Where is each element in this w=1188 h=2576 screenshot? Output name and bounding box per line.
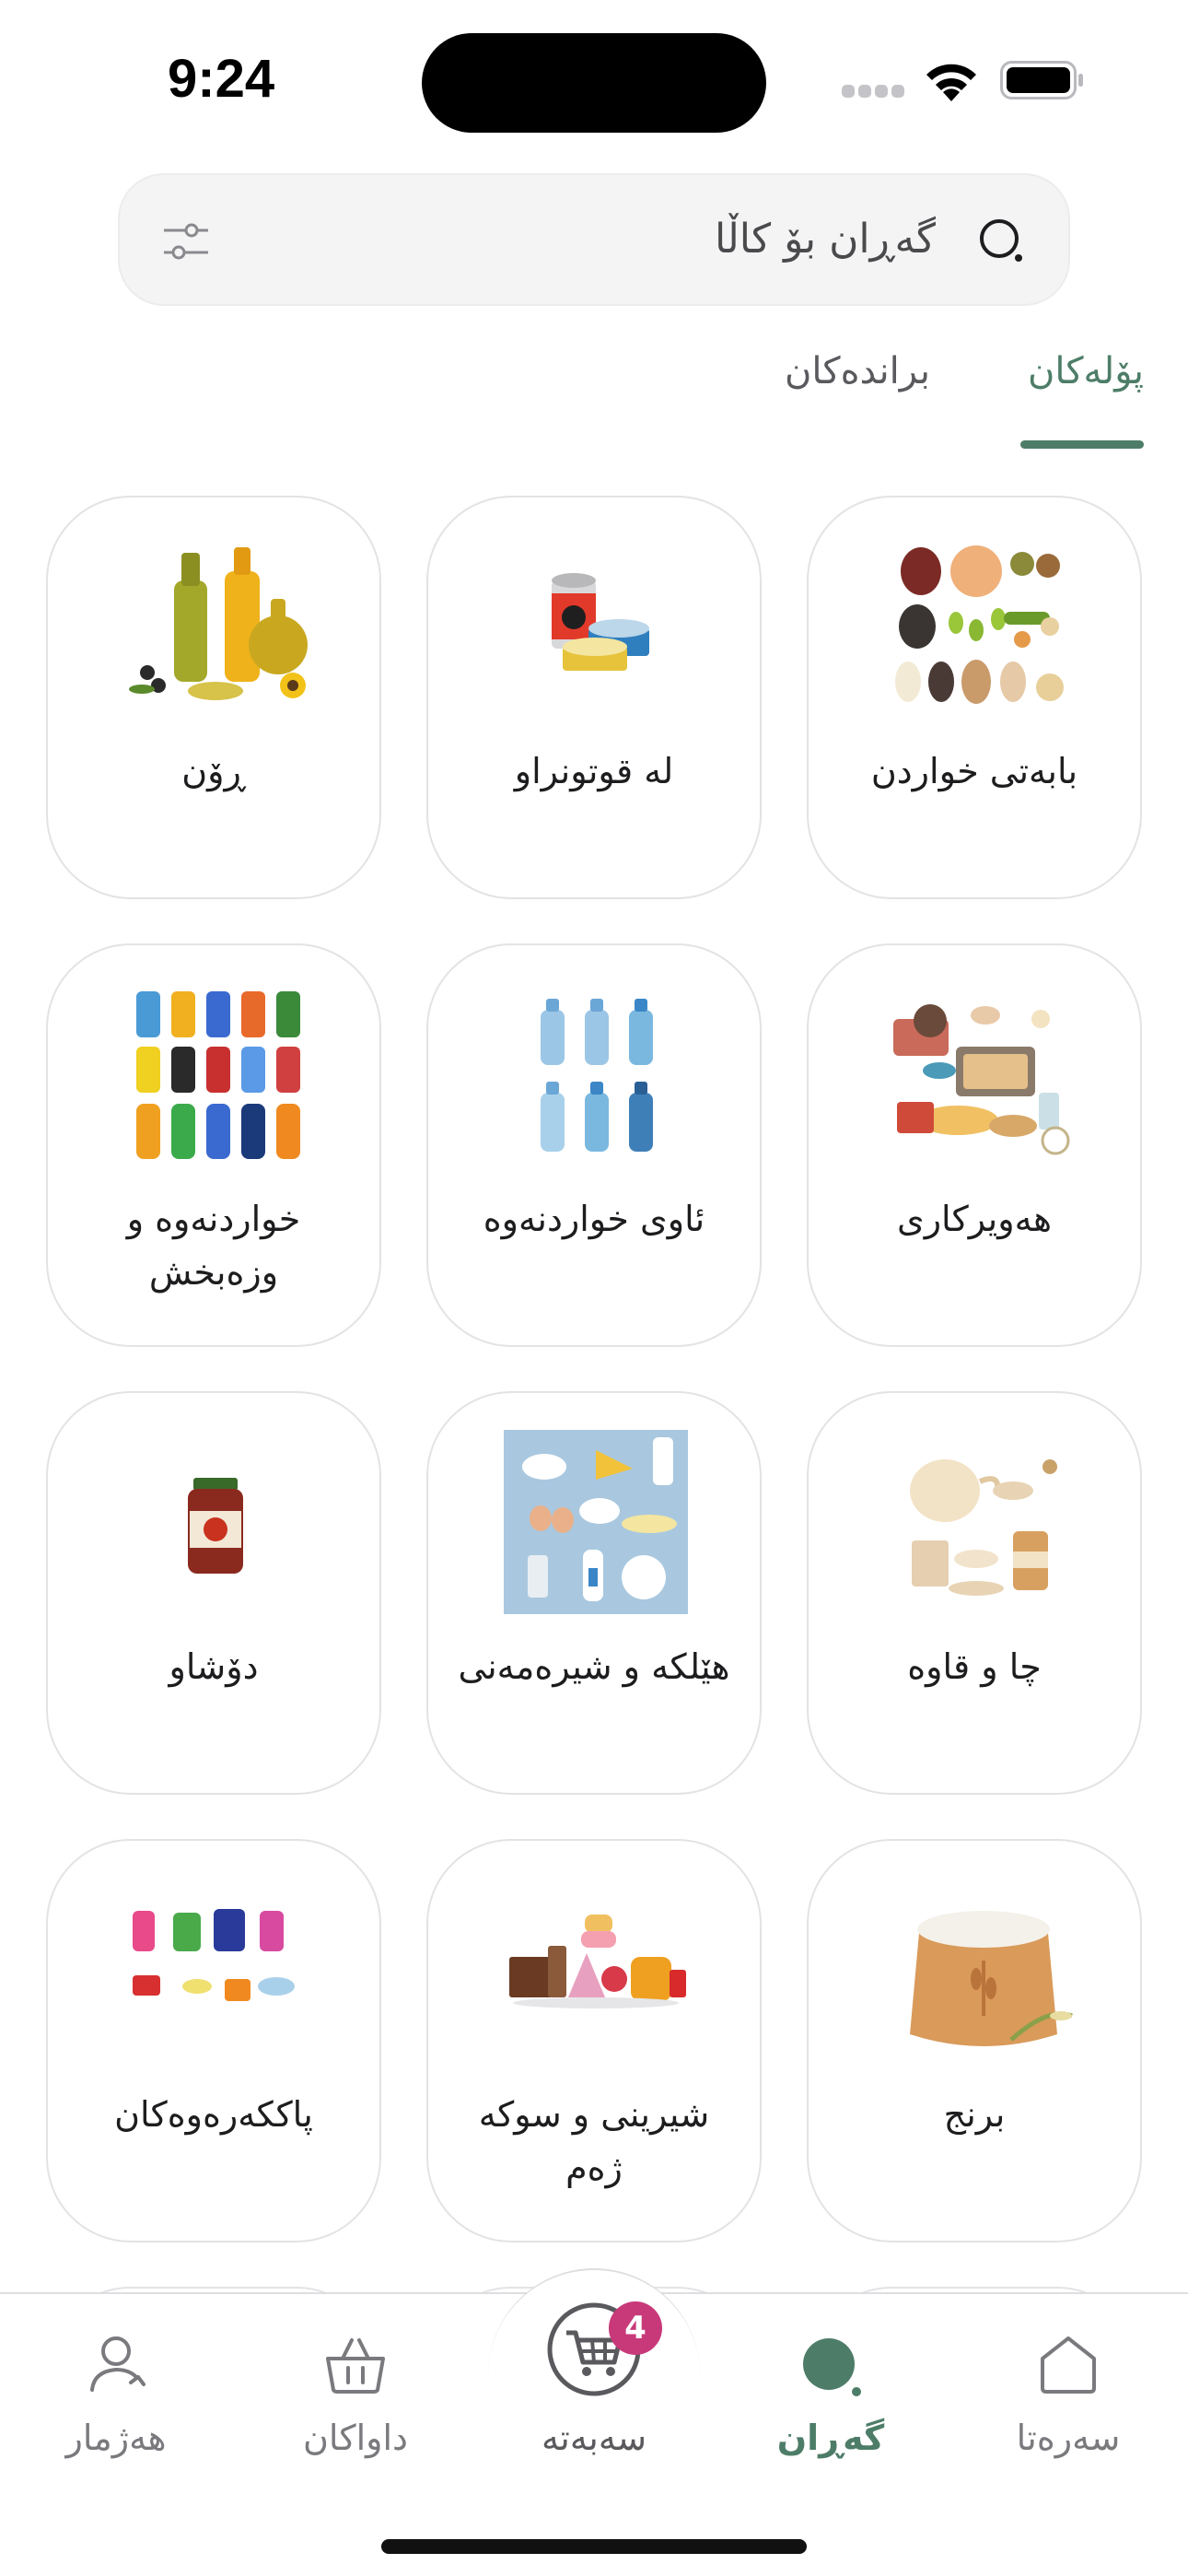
category-card-oil[interactable]: ڕۆن bbox=[46, 496, 381, 899]
category-card-baking[interactable]: هەویرکاری bbox=[807, 943, 1142, 1347]
nav-search[interactable]: گەڕان bbox=[739, 2331, 923, 2469]
nav-orders-label: داواکان bbox=[303, 2418, 408, 2458]
search-active-icon bbox=[803, 2338, 861, 2396]
tab-categories[interactable]: پۆلەکان bbox=[1028, 350, 1144, 392]
cart-count-badge: 4 bbox=[609, 2301, 662, 2355]
category-card-tea-coffee[interactable]: چا و قاوە bbox=[807, 1391, 1142, 1795]
home-indicator[interactable] bbox=[381, 2539, 807, 2554]
user-account-icon bbox=[90, 2336, 146, 2392]
search-bar[interactable]: گەڕان بۆ کاڵا bbox=[118, 173, 1070, 306]
category-label: خواردنەوە و وزەبخش bbox=[126, 1199, 301, 1293]
wifi-icon bbox=[926, 64, 976, 101]
category-card-legumes[interactable]: بابەتی خواردن bbox=[807, 496, 1142, 899]
category-card-canned-food[interactable]: لە قوتونراو bbox=[426, 496, 762, 899]
tea-coffee-image bbox=[910, 1459, 1057, 1596]
category-card-eggs-dairy[interactable]: هێلکە و شیرەمەنی bbox=[426, 1391, 762, 1795]
category-label: دۆشاو bbox=[169, 1646, 259, 1687]
tab-brands[interactable]: براندەکان bbox=[785, 350, 930, 392]
nav-account-label: هەژمار bbox=[65, 2418, 167, 2458]
category-label: ئاوی خواردنەوە bbox=[483, 1199, 705, 1239]
category-card-jam[interactable]: دۆشاو bbox=[46, 1391, 381, 1795]
category-brand-tabs: پۆلەکان براندەکان bbox=[0, 350, 1188, 451]
category-label: هێلکە و شیرەمەنی bbox=[458, 1646, 730, 1687]
nav-account[interactable]: هەژمار bbox=[24, 2331, 208, 2469]
rice-sack-image bbox=[910, 1911, 1073, 2046]
soft-drinks-image bbox=[136, 991, 300, 1159]
category-card-water[interactable]: ئاوی خواردنەوە bbox=[426, 943, 762, 1347]
nav-cart-label: سەبەتە bbox=[541, 2418, 647, 2458]
category-card-soft-drinks[interactable]: خواردنەوە و وزەبخش bbox=[46, 943, 381, 1347]
cleaning-products-image bbox=[133, 1909, 295, 2001]
nav-search-label: گەڕان bbox=[776, 2418, 885, 2458]
category-label: شیرینی و سوکە ژەم bbox=[478, 2094, 710, 2188]
home-icon bbox=[1041, 2336, 1096, 2394]
category-card-rice[interactable]: برنج bbox=[807, 1839, 1142, 2242]
nav-home[interactable]: سەرەتا bbox=[976, 2331, 1160, 2469]
cooking-oil-image bbox=[129, 547, 308, 700]
dynamic-island bbox=[422, 33, 766, 133]
eggs-dairy-image bbox=[504, 1430, 688, 1614]
nav-cart[interactable]: 4 سەبەتە bbox=[502, 2301, 686, 2458]
status-bar: 9:24 bbox=[0, 0, 1188, 157]
filter-sliders-icon[interactable] bbox=[160, 216, 212, 267]
category-label: بابەتی خواردن bbox=[870, 751, 1078, 791]
jam-jar-image bbox=[188, 1478, 243, 1574]
legumes-image bbox=[895, 545, 1064, 704]
category-grid: بابەتی خواردن لە قوتونراو ڕۆن هەویرکاری … bbox=[0, 496, 1188, 2301]
water-bottles-image bbox=[541, 999, 653, 1152]
search-input[interactable]: گەڕان بۆ کاڵا bbox=[715, 216, 936, 263]
category-label: ڕۆن bbox=[181, 751, 246, 791]
nav-orders[interactable]: داواکان bbox=[263, 2331, 448, 2469]
category-label: پاککەرەوەکان bbox=[114, 2094, 313, 2135]
category-label: برنج bbox=[943, 2094, 1006, 2135]
category-label: لە قوتونراو bbox=[514, 751, 674, 791]
baking-image bbox=[893, 1004, 1070, 1155]
cellular-signal-icon bbox=[842, 85, 904, 98]
category-label: هەویرکاری bbox=[896, 1199, 1053, 1239]
category-card-sweets[interactable]: شیرینی و سوکە ژەم bbox=[426, 1839, 762, 2242]
search-icon bbox=[980, 219, 1022, 262]
category-label: چا و قاوە bbox=[907, 1646, 1042, 1687]
category-card-cleaning[interactable]: پاککەرەوەکان bbox=[46, 1839, 381, 2242]
nav-home-label: سەرەتا bbox=[1016, 2418, 1121, 2458]
basket-icon bbox=[326, 2338, 385, 2394]
battery-icon bbox=[1000, 61, 1083, 100]
active-tab-indicator bbox=[1020, 440, 1144, 449]
sweets-snacks-image bbox=[509, 1914, 686, 2008]
status-time: 9:24 bbox=[168, 49, 275, 109]
canned-food-image bbox=[552, 573, 649, 671]
